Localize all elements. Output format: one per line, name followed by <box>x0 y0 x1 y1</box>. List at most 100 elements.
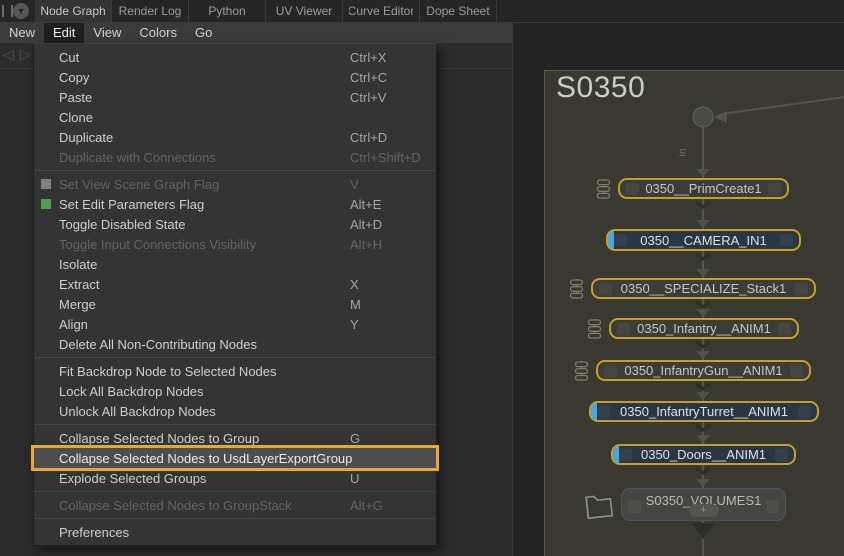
node-flag-right[interactable] <box>766 500 779 513</box>
menubar-item-colors[interactable]: Colors <box>130 23 186 43</box>
graph-node-s0350-volumes1[interactable]: S0350_VOLUMES1+ <box>621 488 786 521</box>
menu-item-label: Explode Selected Groups <box>59 471 206 486</box>
tab-dope-sheet[interactable]: Dope Sheet <box>420 0 497 22</box>
tab-label: Render Log <box>119 0 182 22</box>
menu-item-isolate[interactable]: Isolate <box>34 254 436 274</box>
node-flag-left[interactable] <box>597 405 610 418</box>
menu-item-duplicate[interactable]: Duplicate Ctrl+D <box>34 127 436 147</box>
menu-item-label: Collapse Selected Nodes to UsdLayerExpor… <box>59 451 352 466</box>
menu-item-label: Collapse Selected Nodes to GroupStack <box>59 498 292 513</box>
node-flag-right[interactable] <box>780 234 793 247</box>
pane-tab-bar: ▼ Node Graph Render Log Python UV Viewer Cur… <box>0 0 844 23</box>
menubar-item-edit[interactable]: Edit <box>44 23 84 43</box>
node-flag-left[interactable] <box>614 234 627 247</box>
menu-item-label: Delete All Non-Contributing Nodes <box>59 337 257 352</box>
menu-item-shortcut: Ctrl+C <box>350 70 387 85</box>
graph-node-0350-infantryturret-anim1[interactable]: 0350_InfantryTurret__ANIM1 <box>589 401 819 422</box>
node-flag-left[interactable] <box>599 282 612 295</box>
graph-node-0350-primcreate1[interactable]: 0350__PrimCreate1 <box>618 178 789 199</box>
menu-item-cut[interactable]: CutCtrl+X <box>34 47 436 67</box>
menu-item-shortcut: Ctrl+V <box>350 90 386 105</box>
tab-node-graph[interactable]: Node Graph <box>35 0 112 22</box>
menu-item-preferences[interactable]: Preferences <box>34 522 436 542</box>
node-label: 0350_Doors__ANIM1 <box>641 447 766 462</box>
node-label: 0350__PrimCreate1 <box>645 181 761 196</box>
tab-python[interactable]: Python <box>189 0 266 22</box>
wire-input-label: in <box>677 149 688 157</box>
menu-item-extract[interactable]: ExtractX <box>34 274 436 294</box>
menubar-item-new[interactable]: New <box>0 23 44 43</box>
node-label: 0350__CAMERA_IN1 <box>640 233 766 248</box>
expand-plus-button[interactable]: + <box>689 504 719 517</box>
menu-item-label: Lock All Backdrop Nodes <box>59 384 204 399</box>
node-flag-left[interactable] <box>617 322 630 335</box>
graph-node-0350-infantrygun-anim1[interactable]: 0350_InfantryGun__ANIM1 <box>596 360 811 381</box>
menu-separator <box>35 491 435 492</box>
node-graph-canvas[interactable]: S0350 <box>544 70 844 556</box>
node-flag-right[interactable] <box>768 182 781 195</box>
folder-icon <box>583 488 615 527</box>
menu-item-toggle-input-connections-visibility[interactable]: Toggle Input Connections VisibilityAlt+H <box>34 234 436 254</box>
menu-item-collapse-selected-nodes-to-groupstack[interactable]: Collapse Selected Nodes to GroupStack Alt… <box>34 495 436 515</box>
menu-item-shortcut: Alt+G <box>350 498 383 513</box>
graph-node-0350-doors-anim1[interactable]: 0350_Doors__ANIM1 <box>611 444 796 465</box>
menu-item-duplicate-with-connections[interactable]: Duplicate with ConnectionsCtrl+Shift+D <box>34 147 436 167</box>
node-flag-right[interactable] <box>778 322 791 335</box>
node-flag-left[interactable] <box>628 500 641 513</box>
menu-item-shortcut: Alt+H <box>350 237 382 252</box>
layer-stack-icon <box>573 361 590 386</box>
node-flag-right[interactable] <box>790 364 803 377</box>
graph-node-0350-specialize-stack1[interactable]: 0350__SPECIALIZE_Stack1 <box>591 278 816 299</box>
menu-item-set-view-scene-graph-flag[interactable]: Set View Scene Graph FlagV <box>34 174 436 194</box>
menu-item-unlock-all-backdrop-nodes[interactable]: Unlock All Backdrop Nodes <box>34 401 436 421</box>
pane-divider-strip[interactable] <box>512 23 545 556</box>
node-flag-left[interactable] <box>604 364 617 377</box>
history-back-button[interactable]: ◁ <box>3 46 14 63</box>
menu-item-explode-selected-groups[interactable]: Explode Selected Groups U <box>34 468 436 488</box>
menu-separator <box>35 424 435 425</box>
menu-item-label: Unlock All Backdrop Nodes <box>59 404 216 419</box>
graph-node-0350-camera-in1[interactable]: 0350__CAMERA_IN1 <box>606 229 801 251</box>
graph-node-0350-infantry-anim1[interactable]: 0350_Infantry__ANIM1 <box>609 318 799 339</box>
node-flag-left[interactable] <box>626 182 639 195</box>
pane-grip-handle[interactable] <box>2 5 13 17</box>
tab-label: Python <box>208 0 245 22</box>
menu-item-align[interactable]: AlignY <box>34 314 436 334</box>
pane-menu-button[interactable]: ▼ <box>13 3 29 19</box>
menu-item-shortcut: Ctrl+D <box>350 130 387 145</box>
layer-stack-icon <box>586 319 603 344</box>
menu-item-clone[interactable]: Clone <box>34 107 436 127</box>
menu-item-shortcut: Alt+E <box>350 197 381 212</box>
menubar-item-view[interactable]: View <box>84 23 130 43</box>
menu-item-lock-all-backdrop-nodes[interactable]: Lock All Backdrop Nodes <box>34 381 436 401</box>
menu-item-merge[interactable]: MergeM <box>34 294 436 314</box>
menu-separator <box>35 518 435 519</box>
node-label: 0350_InfantryGun__ANIM1 <box>624 363 782 378</box>
tab-label: UV Viewer <box>276 0 332 22</box>
menu-item-toggle-disabled-state[interactable]: Toggle Disabled StateAlt+D <box>34 214 436 234</box>
node-flag-right[interactable] <box>775 448 788 461</box>
node-flag-right[interactable] <box>795 282 808 295</box>
node-flag-left[interactable] <box>619 448 632 461</box>
menu-item-fit-backdrop-node-to-selected-nodes[interactable]: Fit Backdrop Node to Selected Nodes <box>34 361 436 381</box>
menu-item-collapse-selected-nodes-to-usdlayerexportgroup[interactable]: Collapse Selected Nodes to UsdLayerExpor… <box>34 448 436 468</box>
menubar-item-go[interactable]: Go <box>186 23 221 43</box>
menu-item-paste[interactable]: PasteCtrl+V <box>34 87 436 107</box>
menu-item-label: Duplicate <box>59 130 113 145</box>
edit-menu-dropdown: CutCtrl+XCopyCtrl+CPasteCtrl+VCloneDupli… <box>33 43 437 546</box>
menu-item-copy[interactable]: CopyCtrl+C <box>34 67 436 87</box>
menu-item-label: Merge <box>59 297 96 312</box>
menu-item-set-edit-parameters-flag[interactable]: Set Edit Parameters FlagAlt+E <box>34 194 436 214</box>
menu-item-collapse-selected-nodes-to-group[interactable]: Collapse Selected Nodes to GroupG <box>34 428 436 448</box>
tab-uv-viewer[interactable]: UV Viewer <box>266 0 343 22</box>
tab-render-log[interactable]: Render Log <box>112 0 189 22</box>
layer-stack-icon <box>595 179 612 204</box>
node-flag-right[interactable] <box>798 405 811 418</box>
menu-item-shortcut: G <box>350 431 360 446</box>
menu-item-shortcut: U <box>350 471 359 486</box>
menu-item-delete-all-non-contributing-nodes[interactable]: Delete All Non-Contributing Nodes <box>34 334 436 354</box>
history-forward-button[interactable]: ▷ <box>20 46 31 63</box>
node-graph-wires <box>545 71 844 556</box>
menu-item-shortcut: Alt+D <box>350 217 382 232</box>
tab-curve-editor[interactable]: Curve Editor <box>343 0 420 22</box>
